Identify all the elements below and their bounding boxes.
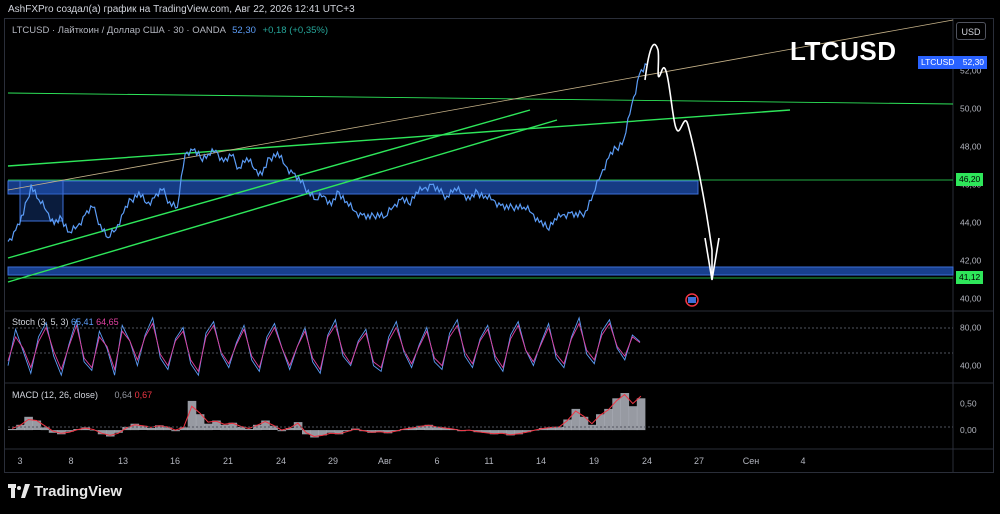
price-tag-symbol: LTCUSD 52,30: [918, 56, 988, 69]
support-zone: [7, 266, 954, 276]
stoch-legend: Stoch (3, 5, 3) 65,41 64,65: [12, 317, 119, 327]
macd-hist-bar: [563, 419, 572, 431]
stoch-tick-label: 40,00: [960, 361, 982, 371]
macd-hist-bar: [24, 416, 33, 431]
stoch-k-value: 65,41: [71, 317, 94, 327]
trend-line-upper: [7, 109, 791, 167]
x-tick-label: 27: [694, 456, 704, 466]
macd-label: MACD (12, 26, close): [12, 390, 99, 400]
price-tag-upper: 46,20: [956, 173, 984, 186]
channel-line-2: [7, 119, 558, 283]
x-tick-label: 3: [17, 456, 22, 466]
tradingview-logo[interactable]: TradingView: [8, 483, 122, 500]
macd-hist-bar: [146, 428, 156, 431]
x-tick-label: 16: [170, 456, 180, 466]
macd-hist-bar: [32, 420, 42, 430]
x-tick-label: Сен: [743, 456, 760, 466]
macd-hist-bar: [498, 430, 507, 434]
macd-hist-bar: [596, 414, 605, 431]
x-tick-label: 13: [118, 456, 128, 466]
x-tick-label: 6: [434, 456, 439, 466]
macd-hist-bar: [269, 425, 278, 430]
y-tick-label: 48,00: [960, 142, 982, 152]
price-tag-last: 52,30: [962, 57, 985, 67]
x-tick-label: 24: [642, 456, 652, 466]
macd-hist-bar: [636, 398, 646, 431]
price-tag-lower: 41,12: [956, 271, 984, 284]
y-tick-label: 42,00: [960, 256, 982, 266]
x-tick-label: 14: [536, 456, 546, 466]
x-tick-label: 24: [276, 456, 286, 466]
macd-tick-label: 0,50: [960, 399, 977, 409]
macd-signal-value: 0,67: [134, 390, 153, 400]
us-flag-inner: [688, 297, 696, 303]
macd-hist-bar: [326, 430, 336, 433]
x-tick-label: 11: [484, 456, 493, 466]
tradingview-logo-text: TradingView: [34, 483, 123, 500]
projection-arrow: [644, 43, 713, 278]
tradingview-logo-icon: [8, 484, 30, 498]
macd-hist-bar: [8, 429, 17, 431]
price-series-line: [7, 63, 648, 242]
stoch-d-line: [7, 322, 641, 373]
macd-hist-bar: [244, 429, 254, 431]
x-tick-label: 21: [223, 456, 233, 466]
macd-legend: MACD (12, 26, close) 0,64 0,67: [12, 390, 152, 400]
trend-line-horizontal: [7, 92, 954, 105]
annotation-title: LTCUSD: [790, 36, 897, 66]
macd-value: 0,64: [114, 390, 133, 400]
x-tick-label: 8: [68, 456, 73, 466]
stoch-label: Stoch (3, 5, 3): [12, 317, 69, 327]
stoch-tick-label: 80,00: [960, 322, 982, 332]
x-tick-label: 4: [800, 456, 805, 466]
macd-tick-label: 0,00: [960, 425, 977, 435]
macd-hist-bar: [187, 400, 197, 431]
price-chart[interactable]: 40,0042,0044,0046,0048,0050,0052,00 3813…: [0, 0, 1000, 514]
y-tick-label: 44,00: [960, 218, 982, 228]
x-tick-label: 29: [328, 456, 338, 466]
macd-hist-bar: [612, 398, 621, 431]
price-tag-symbol-text: LTCUSD: [921, 57, 955, 67]
stoch-d-value: 64,65: [96, 317, 119, 327]
x-tick-label: 19: [589, 456, 599, 466]
y-tick-label: 50,00: [960, 104, 982, 114]
y-tick-label: 40,00: [960, 294, 982, 304]
x-tick-label: Авг: [378, 456, 393, 466]
